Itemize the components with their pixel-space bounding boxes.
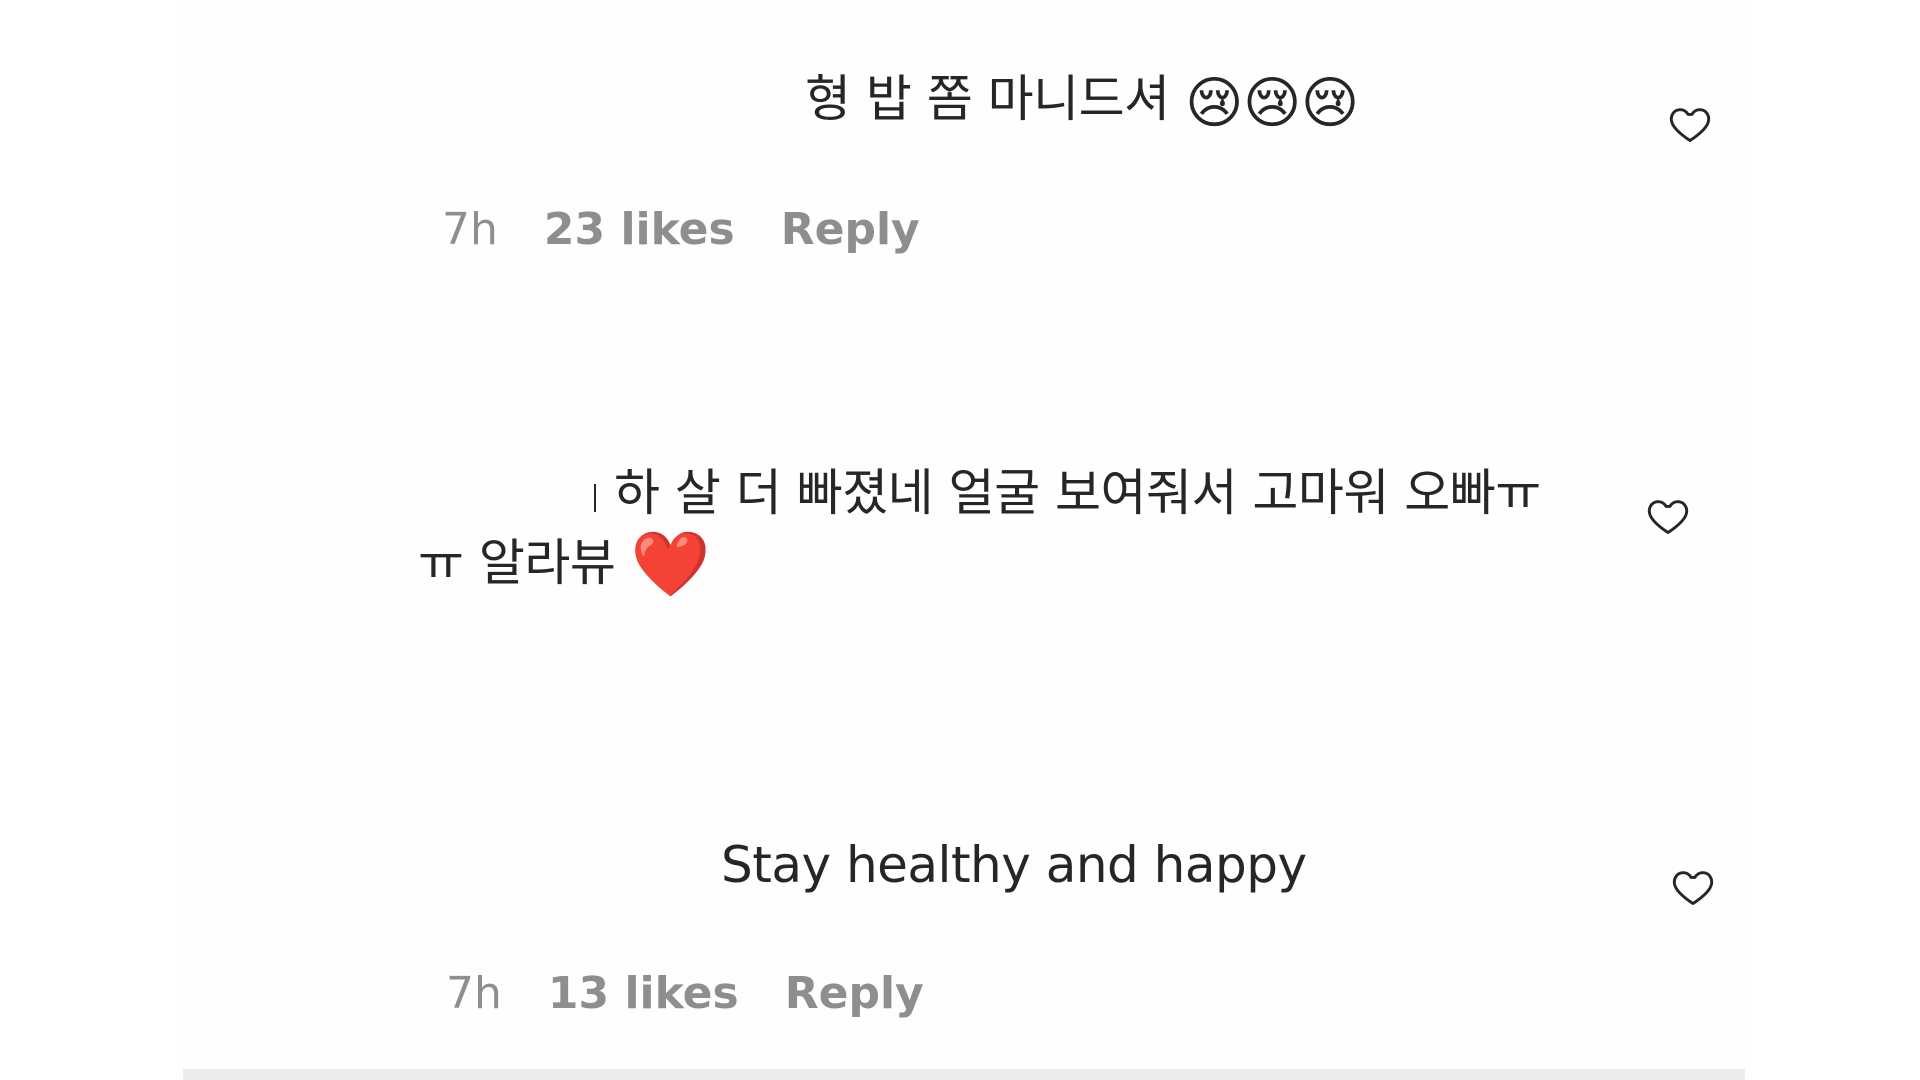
comment-2-line-1-text: 하 살 더 빠졌네 얼굴 보여줘서 고마워 오빠ㅠ bbox=[614, 464, 1541, 522]
red-heart-emoji: ❤️ bbox=[630, 528, 711, 602]
comment-2-line-1: 하 살 더 빠졌네 얼굴 보여줘서 고마워 오빠ㅠ bbox=[594, 458, 1541, 528]
comment-1-reply-button[interactable]: Reply bbox=[781, 202, 920, 258]
crying-face-emoji: 😢😢😢 bbox=[1185, 71, 1359, 136]
comment-1-meta: 7h 23 likes Reply bbox=[442, 202, 920, 258]
comment-3-time: 7h bbox=[446, 968, 502, 1019]
comment-1-likes[interactable]: 23 likes bbox=[544, 202, 735, 258]
comment-2-line-2: ㅠ 알라뷰 ❤️ bbox=[418, 528, 711, 602]
comment-thread: 형 밥 쫌 마니드셔 😢😢😢 7h 23 likes Reply 하 살 더 빠졌네… bbox=[0, 0, 1920, 1080]
comment-3-likes[interactable]: 13 likes bbox=[548, 966, 739, 1022]
comment-3-reply-button[interactable]: Reply bbox=[785, 966, 924, 1022]
text-cursor bbox=[594, 484, 596, 512]
comment-1-body: 형 밥 쫌 마니드셔 bbox=[805, 70, 1170, 128]
comment-1-time: 7h bbox=[442, 204, 498, 255]
comment-3-text: Stay healthy and happy bbox=[721, 830, 1307, 900]
like-heart-icon[interactable] bbox=[1667, 102, 1713, 146]
bottom-divider bbox=[183, 1069, 1745, 1080]
comment-1-text: 형 밥 쫌 마니드셔 😢😢😢 bbox=[805, 64, 1359, 139]
like-heart-icon[interactable] bbox=[1645, 494, 1691, 538]
comment-2-line-2-text: ㅠ 알라뷰 bbox=[418, 534, 616, 592]
like-heart-icon[interactable] bbox=[1670, 865, 1716, 909]
comment-3-meta: 7h 13 likes Reply bbox=[446, 966, 924, 1022]
comment-3-body: Stay healthy and happy bbox=[721, 836, 1307, 894]
